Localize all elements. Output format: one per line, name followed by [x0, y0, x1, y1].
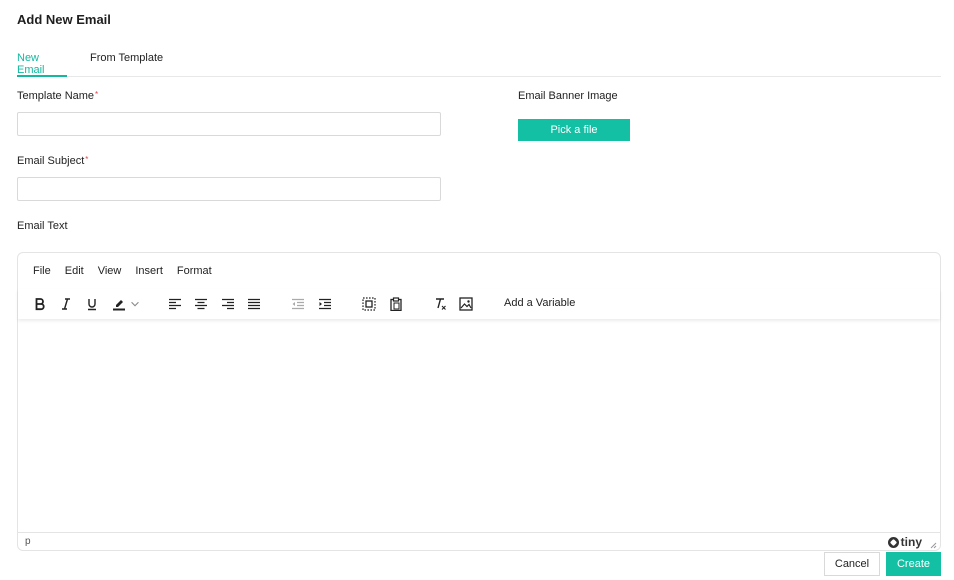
email-subject-label-text: Email Subject	[17, 155, 85, 167]
tab-new-email[interactable]: New Email	[17, 52, 67, 77]
menu-view[interactable]: View	[98, 265, 122, 277]
align-center-icon[interactable]	[192, 295, 210, 313]
menu-insert[interactable]: Insert	[135, 265, 163, 277]
select-all-icon[interactable]	[360, 295, 378, 313]
tiny-brand-text: tiny	[900, 535, 922, 549]
editor-statusbar: p tiny	[18, 532, 940, 550]
create-button[interactable]: Create	[886, 552, 941, 576]
required-mark: *	[95, 90, 99, 99]
cancel-button[interactable]: Cancel	[824, 552, 880, 576]
align-left-icon[interactable]	[166, 295, 184, 313]
tiny-logo-icon	[887, 536, 899, 548]
tiny-logo[interactable]: tiny	[887, 535, 922, 549]
pick-file-button[interactable]: Pick a file	[518, 119, 630, 141]
email-subject-label: Email Subject*	[17, 155, 88, 167]
rich-text-editor: File Edit View Insert Format Add a Varia…	[17, 252, 941, 551]
italic-icon[interactable]	[57, 295, 75, 313]
email-text-label: Email Text	[17, 220, 68, 232]
editor-content-area[interactable]	[18, 321, 940, 533]
align-justify-icon[interactable]	[245, 295, 263, 313]
tab-from-template[interactable]: From Template	[90, 52, 163, 77]
paste-icon[interactable]	[387, 295, 405, 313]
template-name-label: Template Name*	[17, 90, 98, 102]
align-right-icon[interactable]	[219, 295, 237, 313]
image-icon[interactable]	[457, 295, 475, 313]
add-variable-button[interactable]: Add a Variable	[504, 297, 575, 309]
resize-handle-icon[interactable]	[929, 540, 937, 549]
clear-format-icon[interactable]	[431, 295, 449, 313]
menu-format[interactable]: Format	[177, 265, 212, 277]
template-name-label-text: Template Name	[17, 90, 95, 102]
underline-icon[interactable]	[83, 295, 101, 313]
bold-icon[interactable]	[31, 295, 49, 313]
email-subject-input[interactable]	[17, 177, 441, 201]
editor-menubar: File Edit View Insert Format	[33, 265, 226, 279]
chevron-down-icon[interactable]	[129, 295, 141, 313]
element-path[interactable]: p	[25, 536, 31, 547]
template-name-input[interactable]	[17, 112, 441, 136]
outdent-icon[interactable]	[289, 295, 307, 313]
menu-file[interactable]: File	[33, 265, 51, 277]
required-mark: *	[85, 155, 89, 164]
editor-toolbar: Add a Variable	[18, 289, 940, 319]
menu-edit[interactable]: Edit	[65, 265, 84, 277]
email-banner-label: Email Banner Image	[518, 90, 618, 102]
indent-icon[interactable]	[316, 295, 334, 313]
tab-bar: New Email From Template	[17, 52, 941, 77]
highlight-icon[interactable]	[110, 295, 128, 313]
page-title: Add New Email	[17, 12, 111, 27]
